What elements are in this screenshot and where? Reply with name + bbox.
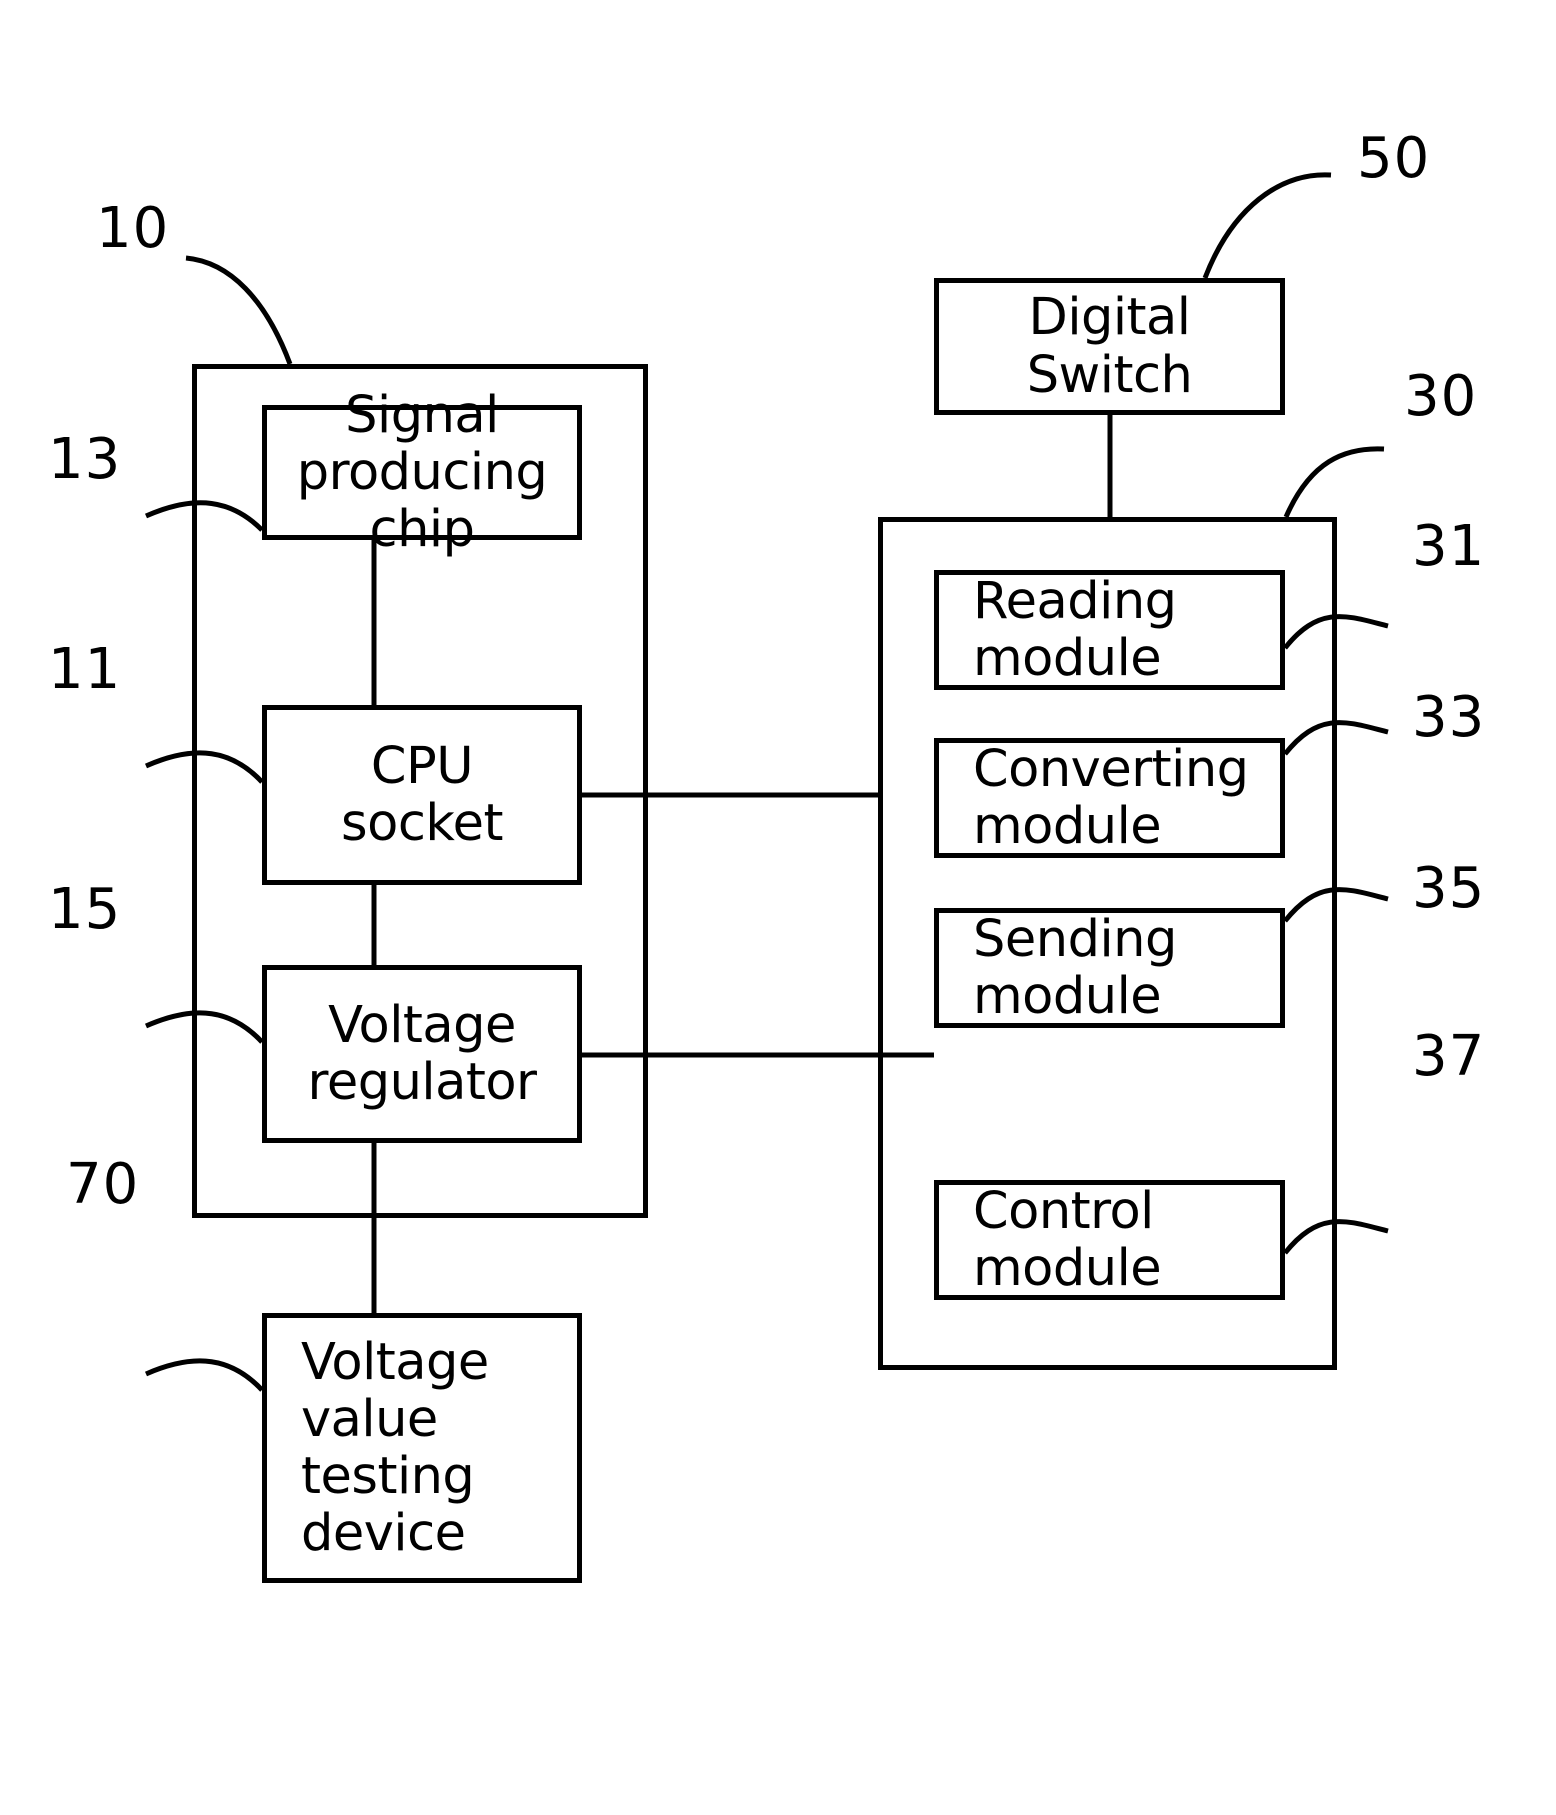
box-cpu-socket[interactable]: CPU socket <box>262 705 582 885</box>
ref-numeral-50: 50 <box>1357 126 1431 191</box>
ref-numeral-15: 15 <box>48 877 122 942</box>
ref-numeral-35: 35 <box>1412 856 1486 921</box>
box-converting-module[interactable]: Converting module <box>934 738 1285 858</box>
leader-line-10 <box>185 255 293 365</box>
box-signal-producing-chip[interactable]: Signal producing chip <box>262 387 582 558</box>
leader-line-50 <box>1202 172 1332 279</box>
box-sending-module[interactable]: Sending module <box>934 908 1285 1028</box>
converting-module-label: Converting module <box>973 739 1249 856</box>
ref-numeral-30: 30 <box>1404 364 1478 429</box>
ref-numeral-70: 70 <box>66 1152 140 1217</box>
patent-figure: Signal producing chip CPU socket Voltage… <box>0 0 1556 1815</box>
leader-line-70 <box>144 1358 264 1392</box>
box-voltage-value-testing-device[interactable]: Voltage value testing device <box>262 1313 582 1583</box>
ref-numeral-33: 33 <box>1412 685 1486 750</box>
leader-line-30 <box>1283 446 1385 519</box>
signal-producing-chip-label: Signal producing chip <box>296 385 548 560</box>
digital-switch-label: Digital Switch <box>1026 288 1193 405</box>
ref-numeral-11: 11 <box>48 637 122 702</box>
box-digital-switch[interactable]: Digital Switch <box>934 278 1285 415</box>
ref-numeral-13: 13 <box>48 427 122 492</box>
box-voltage-regulator[interactable]: Voltage regulator <box>262 965 582 1143</box>
ref-numeral-31: 31 <box>1412 514 1486 579</box>
voltage-value-testing-device-label: Voltage value testing device <box>301 1332 489 1564</box>
box-reading-module[interactable]: Reading module <box>934 570 1285 690</box>
ref-numeral-37: 37 <box>1412 1024 1486 1089</box>
voltage-regulator-label: Voltage regulator <box>307 995 537 1112</box>
reading-module-label: Reading module <box>973 571 1177 688</box>
sending-module-label: Sending module <box>973 909 1177 1026</box>
control-module-label: Control module <box>973 1181 1162 1298</box>
ref-numeral-10: 10 <box>96 196 170 261</box>
box-control-module[interactable]: Control module <box>934 1180 1285 1300</box>
cpu-socket-label: CPU socket <box>341 736 503 853</box>
